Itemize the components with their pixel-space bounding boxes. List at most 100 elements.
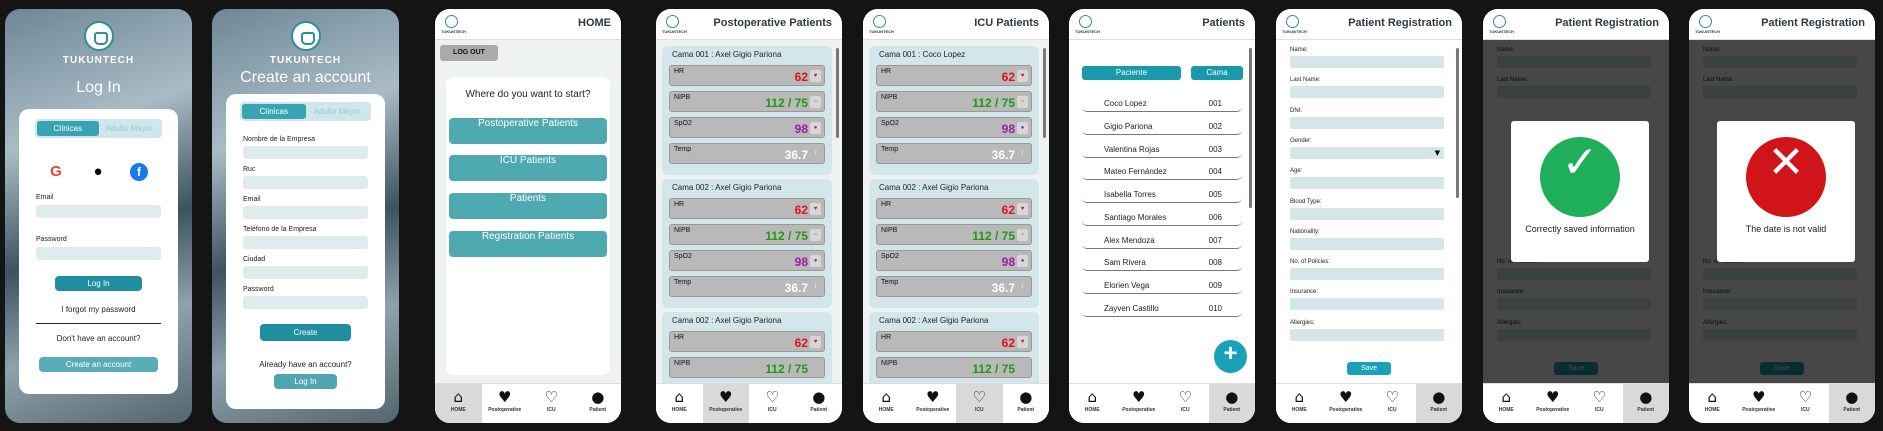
password-field[interactable] [243,296,368,309]
hr-label: HR [674,201,685,208]
bed-card[interactable]: Cama 002 : Axel Gigio Pariona HR 62 ♥ NIPB… [869,179,1039,308]
company-phone-label: Teléfono de la Empresa [243,226,317,233]
patient-name: Mateo Fernández [1104,167,1167,176]
blood-type-field[interactable] [1290,208,1444,220]
heart-outline-icon: ♡ [1385,388,1399,406]
nationality-field[interactable] [1290,238,1444,250]
registration-patients-button[interactable]: Registration Patients [449,231,607,257]
nav-icu[interactable]: ♡ ICU [956,384,1003,423]
patient-row[interactable]: Gigio Pariona 002 [1082,118,1242,135]
nav-postoperative[interactable]: ♥ Postoperative [482,384,529,423]
nav-home[interactable]: ⌂ HOME [1276,384,1323,423]
patient-row[interactable]: Alex Mendoza 007 [1082,232,1242,249]
patient-row[interactable]: Santiago Morales 006 [1082,209,1242,226]
login-button[interactable]: Log In [55,276,142,291]
scrollbar[interactable] [1043,48,1046,138]
nav-postoperative[interactable]: ♥ Postoperative [1116,384,1163,423]
scrollbar[interactable] [1456,48,1459,198]
facebook-icon[interactable]: f [130,163,148,181]
nav-patient[interactable]: ● Patient [575,384,622,423]
nav-patient[interactable]: ● Patient [1415,384,1462,423]
bed-card[interactable]: Cama 002 : Axel Gigio Pariona HR 62 ♥ NIPB… [869,312,1039,383]
sort-by-bed-tab[interactable]: Cama [1191,66,1243,80]
scrollbar[interactable] [836,48,839,138]
bed-card[interactable]: Cama 001 : Coco Lopez HR 62 ♥ NIPB 112 / 75… [869,46,1039,175]
patient-row[interactable]: Zayven Castillo 010 [1082,300,1242,317]
nipb-row: NIPB 112 / 75 ~ [669,91,825,112]
add-patient-button[interactable]: + [1214,340,1247,373]
patient-row[interactable]: Sam Rivera 008 [1082,254,1242,271]
nav-home[interactable]: ⌂ HOME [1069,384,1116,423]
policies-field[interactable] [1290,268,1444,280]
tab-adulto-mayor[interactable]: Adulto Mayor [99,121,161,136]
tab-clinicas[interactable]: Clínicas [242,104,306,119]
patient-row[interactable]: Isabella Torres 005 [1082,186,1242,203]
last-name-field[interactable] [1290,86,1444,98]
nav-icu[interactable]: ♡ ICU [528,384,575,423]
scrollbar[interactable] [1249,48,1252,208]
login-button[interactable]: Log In [274,374,337,389]
nav-postoperative[interactable]: ♥ Postoperative [1736,384,1783,423]
nav-postoperative[interactable]: ♥ Postoperative [910,384,957,423]
drop-icon: ● [810,255,821,267]
dni-field[interactable] [1290,117,1444,129]
company-phone-field[interactable] [243,236,368,249]
patients-button[interactable]: Patients [449,193,607,219]
patient-row[interactable]: Mateo Fernández 004 [1082,163,1242,180]
nav-home[interactable]: ⌂ HOME [1483,384,1530,423]
nav-postoperative[interactable]: ♥ Postoperative [702,384,749,423]
patient-row[interactable]: Coco Lopez 001 [1082,95,1242,112]
create-account-button[interactable]: Create an account [39,357,158,372]
nav-home[interactable]: ⌂ HOME [435,384,482,423]
nav-icu[interactable]: ♡ ICU [1576,384,1623,423]
sort-by-patient-tab[interactable]: Paciente [1082,66,1181,80]
nav-postoperative[interactable]: ♥ Postoperative [1323,384,1370,423]
password-field[interactable] [36,247,161,260]
nav-home[interactable]: ⌂ HOME [1689,384,1736,423]
nav-patient[interactable]: ● Patient [1828,384,1875,423]
nav-icu[interactable]: ♡ ICU [749,384,796,423]
patient-name: Santiago Morales [1104,213,1167,222]
nav-patient[interactable]: ● Patient [796,384,843,423]
patient-row[interactable]: Valentina Rojas 003 [1082,141,1242,158]
logout-button[interactable]: LOG OUT [440,45,498,61]
nav-patient[interactable]: ● Patient [1208,384,1255,423]
insurance-field[interactable] [1290,298,1444,310]
nav-home[interactable]: ⌂ HOME [656,384,703,423]
email-field[interactable] [243,206,368,219]
company-name-field[interactable] [243,146,368,159]
forgot-password-link[interactable]: I forgot my password [19,305,178,314]
page-title: Patient Registration [1555,17,1659,29]
tab-adulto-mayor[interactable]: Adulto Mayor [306,104,370,119]
nav-patient[interactable]: ● Patient [1003,384,1050,423]
nav-label: HOME [1084,407,1100,413]
tab-clinicas[interactable]: Clínicas [37,121,99,136]
google-icon[interactable]: G [47,163,65,181]
page-title: Create an account [240,69,371,86]
gender-select[interactable]: ▼ [1290,147,1444,159]
nav-patient[interactable]: ● Patient [1622,384,1669,423]
email-field[interactable] [36,205,161,218]
nipb-label: NIPB [674,360,691,367]
heart-icon: ♥ [926,388,940,406]
icu-patients-button[interactable]: ICU Patients [449,155,607,181]
apple-icon[interactable]: ● [89,163,107,181]
name-field[interactable] [1290,56,1444,68]
patient-row[interactable]: Elorien Vega 009 [1082,277,1242,294]
nav-icu[interactable]: ♡ ICU [1369,384,1416,423]
save-button[interactable]: Save [1347,362,1391,375]
nav-home[interactable]: ⌂ HOME [863,384,910,423]
bed-card[interactable]: Cama 001 : Axel Gigio Pariona HR 62 ♥ NIPB… [662,46,832,175]
nav-icu[interactable]: ♡ ICU [1162,384,1209,423]
allergies-field[interactable] [1290,329,1444,341]
bed-card[interactable]: Cama 002 : Axel Gigio Pariona HR 62 ♥ NIPB… [662,179,832,308]
age-field[interactable] [1290,177,1444,189]
city-field[interactable] [243,266,368,279]
ruc-field[interactable] [243,176,368,189]
login-card: Clínicas Adulto Mayor G ● f Email Passwo… [19,109,178,394]
create-button[interactable]: Create [260,324,351,341]
postoperative-patients-button[interactable]: Postoperative Patients [449,118,607,144]
bed-card[interactable]: Cama 002 : Axel Gigio Pariona HR 62 ♥ NIPB… [662,312,832,383]
nav-icu[interactable]: ♡ ICU [1782,384,1829,423]
nav-postoperative[interactable]: ♥ Postoperative [1530,384,1577,423]
